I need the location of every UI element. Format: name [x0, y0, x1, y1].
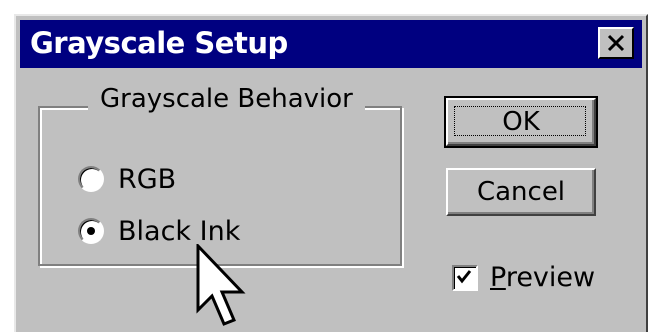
cancel-button[interactable]: Cancel [446, 168, 596, 216]
focus-rect [454, 106, 586, 136]
radio-black-ink-label: Black Ink [118, 215, 241, 247]
ok-button[interactable]: OK [444, 96, 598, 148]
radio-selected-dot [87, 227, 95, 235]
preview-mnemonic: P [490, 262, 506, 293]
group-title: Grayscale Behavior [88, 84, 365, 114]
close-button[interactable] [598, 27, 634, 59]
preview-label-rest: review [505, 262, 596, 293]
radio-black-ink-button[interactable] [78, 218, 104, 244]
mouse-pointer-icon [196, 244, 246, 326]
title-bar[interactable]: Grayscale Setup [20, 20, 642, 68]
cancel-label: Cancel [476, 177, 566, 207]
radio-rgb-label: RGB [118, 163, 177, 195]
radio-rgb-button[interactable] [78, 166, 104, 192]
preview-label: Preview [490, 262, 595, 293]
close-icon [607, 34, 625, 52]
checkmark-icon [456, 269, 472, 283]
preview-checkbox[interactable] [452, 264, 478, 291]
radio-rgb[interactable]: RGB [78, 162, 176, 196]
radio-black-ink[interactable]: Black Ink [78, 214, 240, 248]
window-title: Grayscale Setup [30, 26, 288, 60]
preview-checkbox-row[interactable]: Preview [452, 262, 595, 293]
